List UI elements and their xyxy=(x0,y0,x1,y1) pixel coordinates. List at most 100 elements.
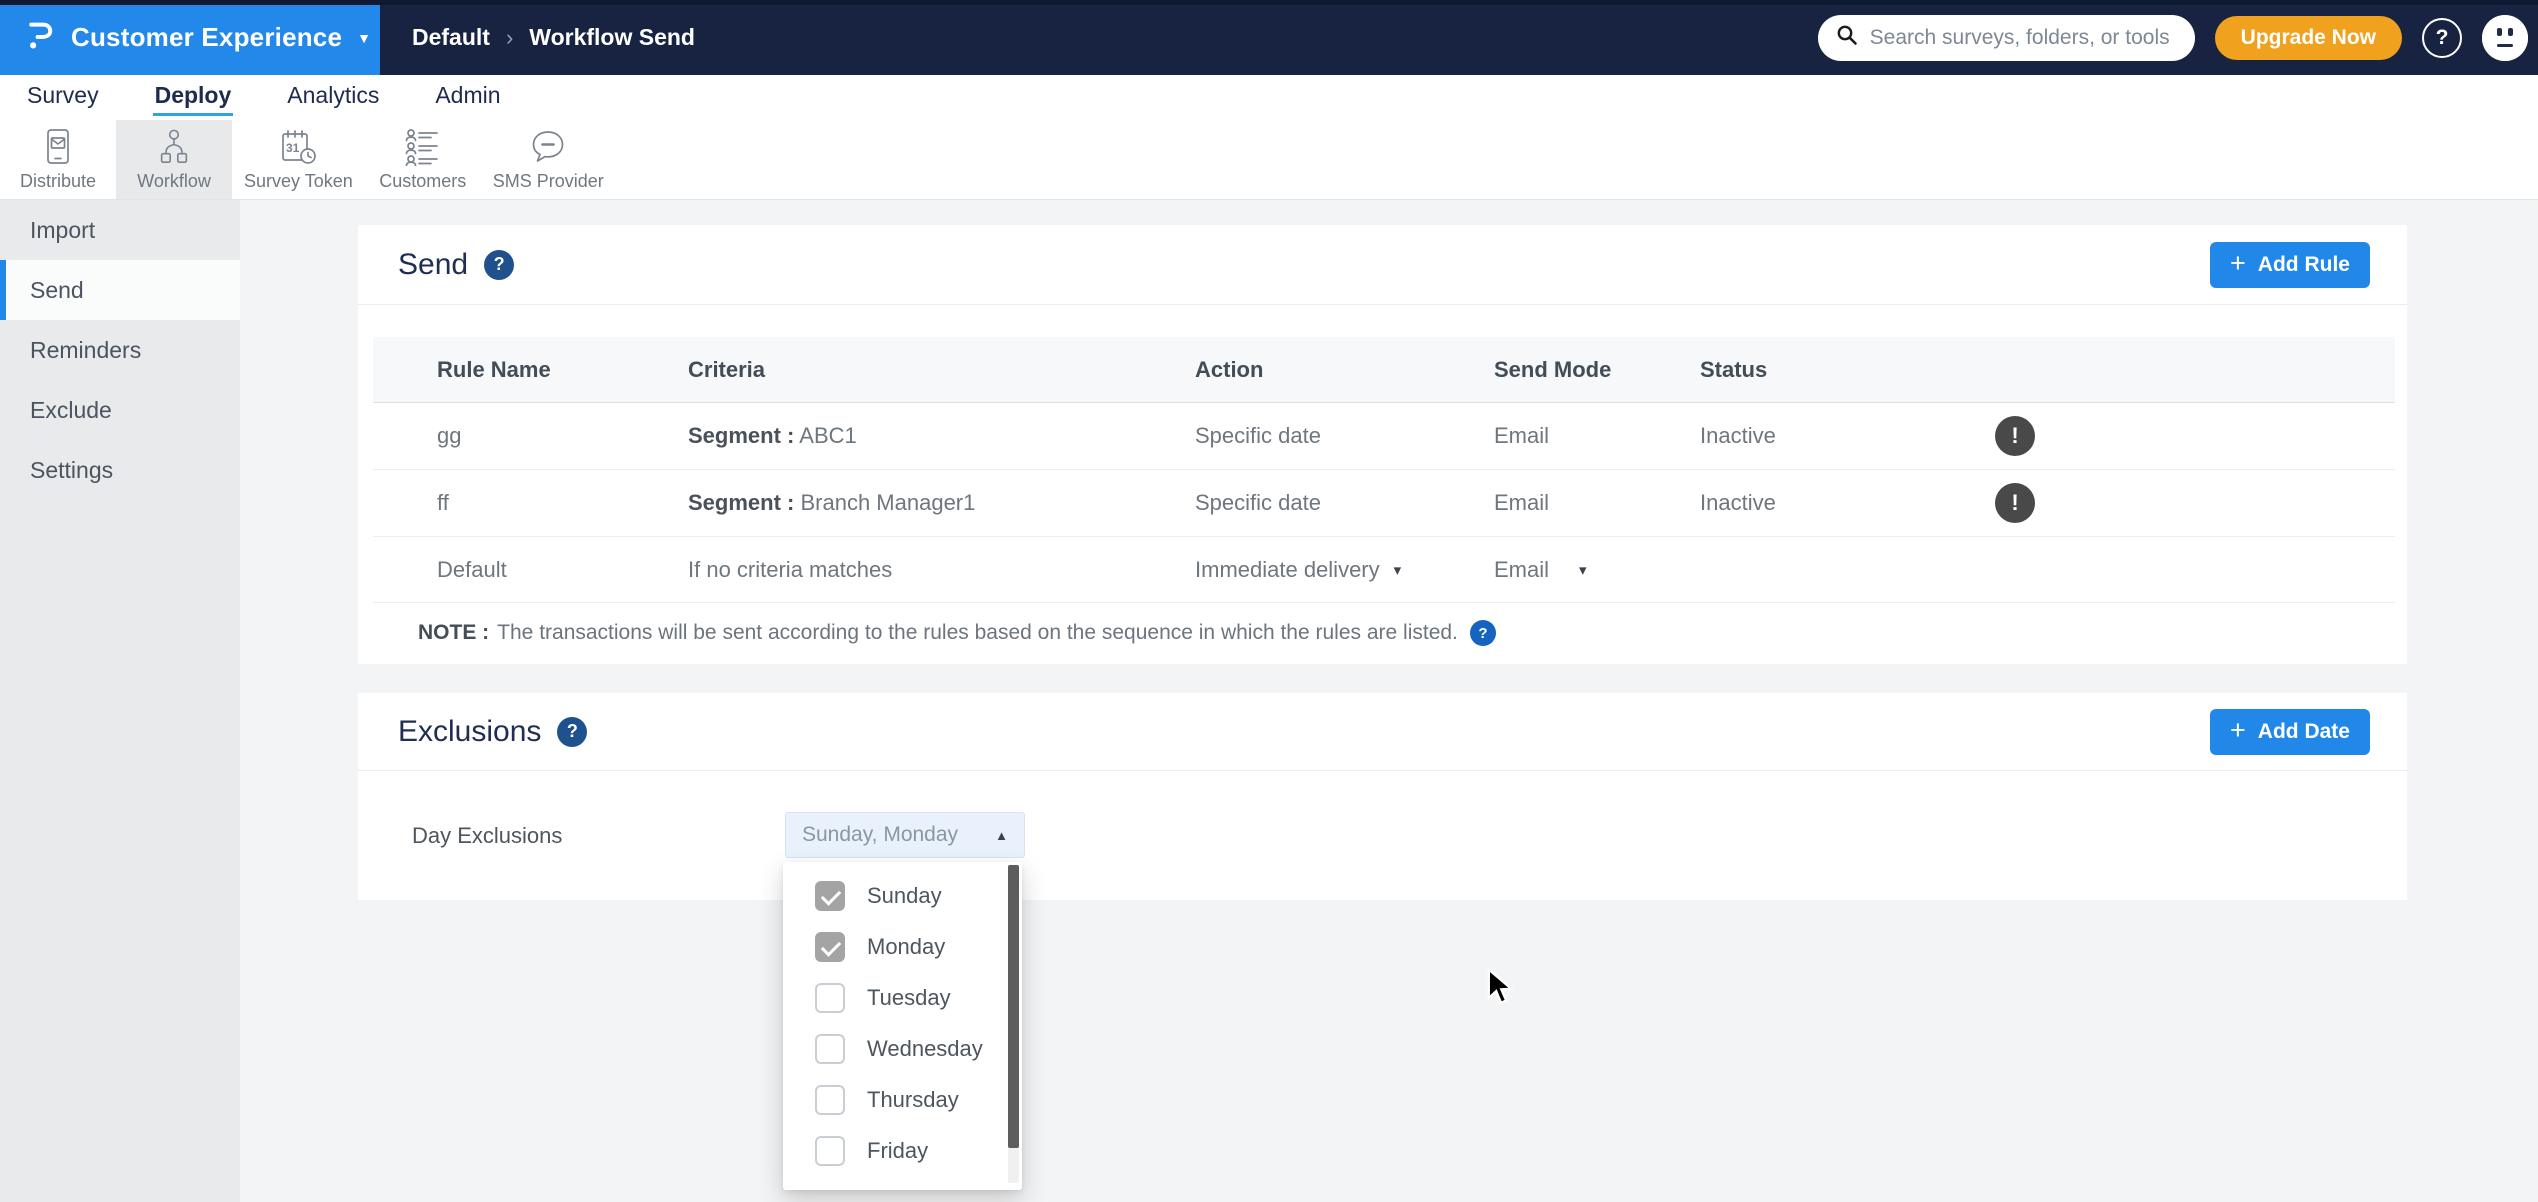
user-avatar[interactable] xyxy=(2482,14,2528,61)
workspace-switcher[interactable]: Customer Experience ▼ xyxy=(0,0,380,75)
warning-icon[interactable]: ! xyxy=(1995,416,2035,456)
survey-token-icon: 31 xyxy=(278,128,318,166)
add-rule-label: Add Rule xyxy=(2257,252,2350,276)
toolbar-item-customers[interactable]: Customers xyxy=(365,120,481,199)
plus-icon: + xyxy=(2230,247,2246,278)
deploy-toolbar: Distribute Workflow 31 Survey Token Cust… xyxy=(0,120,2538,200)
add-rule-button[interactable]: + Add Rule xyxy=(2210,241,2370,288)
workflow-icon xyxy=(155,128,193,166)
criteria-value: ABC1 xyxy=(799,423,857,448)
search-icon xyxy=(1836,24,1858,51)
sidebar-item-reminders[interactable]: Reminders xyxy=(0,320,240,380)
tab-admin[interactable]: Admin xyxy=(433,80,502,116)
note-help-icon[interactable]: ? xyxy=(1469,620,1496,646)
option-tuesday[interactable]: Tuesday xyxy=(783,972,1022,1023)
default-rule-row: Default If no criteria matches Immediate… xyxy=(373,537,2395,603)
sidebar-item-label: Import xyxy=(30,216,96,243)
note-label: NOTE : xyxy=(418,621,490,644)
upgrade-now-button[interactable]: Upgrade Now xyxy=(2214,15,2402,60)
send-mode-dropdown[interactable]: Email ▾ xyxy=(1494,557,1700,583)
topbar-actions: Upgrade Now ? xyxy=(1817,0,2528,75)
breadcrumb-folder[interactable]: Default xyxy=(412,24,490,51)
exclusions-section: Exclusions ? + Add Date Day Exclusions S… xyxy=(358,693,2407,900)
rule-send-mode: Email xyxy=(1494,423,1550,448)
toolbar-item-survey-token[interactable]: 31 Survey Token xyxy=(232,120,365,199)
rule-name: ff xyxy=(437,490,449,515)
send-title: Send xyxy=(398,247,469,281)
top-navbar: Customer Experience ▼ Default › Workflow… xyxy=(0,0,2538,75)
chevron-up-icon: ▲ xyxy=(995,827,1008,843)
toolbar-item-distribute[interactable]: Distribute xyxy=(0,120,116,199)
customers-icon xyxy=(403,128,443,166)
send-mode-dropdown-value: Email xyxy=(1494,556,1550,582)
toolbar-item-label: Survey Token xyxy=(244,170,353,191)
toolbar-item-workflow[interactable]: Workflow xyxy=(116,120,232,199)
tab-survey[interactable]: Survey xyxy=(25,80,101,116)
scrollbar-thumb[interactable] xyxy=(1008,865,1019,1148)
chevron-down-icon: ▼ xyxy=(357,29,371,46)
checkbox[interactable] xyxy=(815,982,845,1013)
toolbar-item-label: SMS Provider xyxy=(492,170,604,191)
exclusions-title: Exclusions xyxy=(398,714,542,748)
send-section-header: Send ? + Add Rule xyxy=(358,225,2407,305)
col-rule-name: Rule Name xyxy=(437,356,551,382)
toolbar-item-sms-provider[interactable]: SMS Provider xyxy=(481,120,616,199)
checkbox[interactable] xyxy=(815,931,845,962)
brand-logo-icon xyxy=(26,19,56,56)
day-exclusions-value: Sunday, Monday xyxy=(802,823,959,846)
tab-deploy[interactable]: Deploy xyxy=(152,80,234,116)
day-exclusions-select[interactable]: Sunday, Monday ▲ xyxy=(785,812,1025,858)
toolbar-item-label: Distribute xyxy=(19,170,97,191)
col-criteria: Criteria xyxy=(688,356,766,382)
rule-send-mode: Email xyxy=(1494,490,1550,515)
checkbox[interactable] xyxy=(815,1084,845,1115)
exclusions-help-icon[interactable]: ? xyxy=(557,716,588,747)
toolbar-item-label: Customers xyxy=(379,170,467,191)
sidebar-item-label: Exclude xyxy=(30,396,112,423)
add-date-button[interactable]: + Add Date xyxy=(2210,708,2370,755)
criteria-label: Segment : xyxy=(688,490,795,515)
col-send-mode: Send Mode xyxy=(1494,356,1612,382)
checkbox[interactable] xyxy=(815,1135,845,1166)
help-icon[interactable]: ? xyxy=(2422,17,2462,58)
sidebar-item-settings[interactable]: Settings xyxy=(0,440,240,500)
option-wednesday[interactable]: Wednesday xyxy=(783,1023,1022,1074)
rule-action: Specific date xyxy=(1195,490,1321,515)
checkbox[interactable] xyxy=(815,1033,845,1064)
option-thursday[interactable]: Thursday xyxy=(783,1074,1022,1125)
option-sunday[interactable]: Sunday xyxy=(783,870,1022,921)
send-help-icon[interactable]: ? xyxy=(484,249,515,280)
col-status: Status xyxy=(1700,356,1768,382)
global-search[interactable] xyxy=(1817,14,2195,61)
rule-name: Default xyxy=(437,556,507,582)
sidebar-item-import[interactable]: Import xyxy=(0,200,240,260)
chevron-down-icon: ▾ xyxy=(1393,561,1402,579)
rule-status: Inactive xyxy=(1700,490,1776,515)
option-monday[interactable]: Monday xyxy=(783,921,1022,972)
breadcrumb-separator-icon: › xyxy=(505,24,514,50)
sidebar-item-send[interactable]: Send xyxy=(0,260,240,320)
sms-provider-icon xyxy=(529,128,567,166)
rule-name: gg xyxy=(437,423,462,448)
option-label: Tuesday xyxy=(867,984,951,1010)
action-dropdown[interactable]: Immediate delivery ▾ xyxy=(1195,557,1494,583)
sidebar-item-label: Reminders xyxy=(30,336,142,363)
sidebar-item-label: Settings xyxy=(30,456,114,483)
sidebar-item-exclude[interactable]: Exclude xyxy=(0,380,240,440)
day-exclusions-label: Day Exclusions xyxy=(412,823,563,848)
option-label: Thursday xyxy=(867,1086,959,1112)
rules-table: Rule Name Criteria Action Send Mode Stat… xyxy=(373,337,2395,663)
send-sidebar: Import Send Reminders Exclude Settings xyxy=(0,200,240,1202)
add-date-label: Add Date xyxy=(2257,719,2350,743)
checkbox[interactable] xyxy=(815,880,845,911)
rule-criteria: Segment : ABC1 xyxy=(688,423,1195,449)
warning-icon[interactable]: ! xyxy=(1995,483,2035,523)
search-input[interactable] xyxy=(1869,25,2179,50)
tab-analytics[interactable]: Analytics xyxy=(285,80,381,116)
rule-action: Specific date xyxy=(1195,423,1321,448)
option-label: Monday xyxy=(867,933,946,959)
option-friday[interactable]: Friday xyxy=(783,1125,1022,1176)
breadcrumb: Default › Workflow Send xyxy=(412,0,695,75)
distribute-icon xyxy=(41,128,75,166)
option-label: Sunday xyxy=(867,882,942,908)
